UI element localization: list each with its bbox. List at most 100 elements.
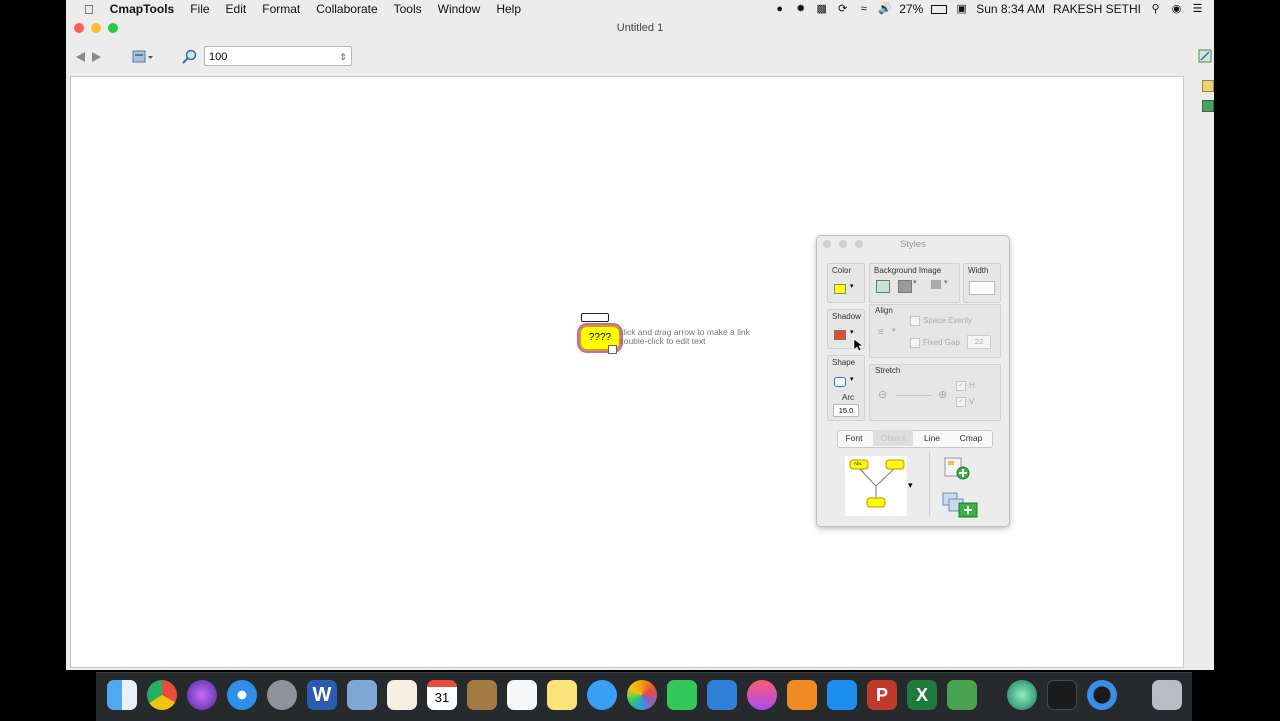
new-style-sheet-icon[interactable] <box>943 456 973 482</box>
facetime-icon[interactable] <box>667 680 697 710</box>
link-drag-handle[interactable] <box>581 313 609 322</box>
screen-recorder-icon[interactable] <box>1007 680 1037 710</box>
powerpoint-icon[interactable]: P <box>867 680 897 710</box>
shrink-icon[interactable]: ⊖ <box>878 388 887 401</box>
messages-icon[interactable] <box>587 680 617 710</box>
stretch-v-checkbox[interactable]: ✓ <box>956 397 966 407</box>
shape-rounded-rect-icon[interactable] <box>834 377 846 387</box>
menu-tools[interactable]: Tools <box>386 2 430 16</box>
zoom-value: 100 <box>209 51 228 63</box>
tab-object[interactable]: Object <box>873 430 913 446</box>
align-dropdown-icon[interactable]: ▾ <box>892 326 896 334</box>
trash-icon[interactable] <box>1152 680 1182 710</box>
brightness-icon[interactable]: ✹ <box>794 3 807 16</box>
width-label: Width <box>968 266 989 275</box>
record-icon[interactable]: ● <box>773 3 786 16</box>
shape-label: Shape <box>832 358 856 367</box>
shape-dropdown-icon[interactable]: ▾ <box>850 375 854 383</box>
preview-node-label: Abc <box>854 461 862 466</box>
contacts-icon[interactable] <box>467 680 497 710</box>
fill-color-swatch[interactable] <box>834 284 846 294</box>
user-name[interactable]: RAKESH SETHI <box>1053 2 1141 16</box>
tab-line[interactable]: Line <box>915 430 949 446</box>
launchpad-icon[interactable] <box>267 680 297 710</box>
search-icon[interactable]: ⚲ <box>1149 3 1162 16</box>
siri-app-icon[interactable] <box>187 680 217 710</box>
safari-icon[interactable] <box>227 680 257 710</box>
preview-app-icon[interactable] <box>347 680 377 710</box>
finder-icon[interactable] <box>107 680 137 710</box>
menu-format[interactable]: Format <box>254 2 308 16</box>
books-icon[interactable] <box>787 680 817 710</box>
siri-icon[interactable]: ◉ <box>1170 3 1183 16</box>
align-group: Align ≡ ▾ Space Evenly Fixed Gap 22 <box>869 304 1001 358</box>
forward-arrow-icon[interactable] <box>91 51 103 63</box>
tab-font[interactable]: Font <box>837 430 871 446</box>
grow-icon[interactable]: ⊕ <box>938 388 947 401</box>
stretch-h-checkbox[interactable]: ✓ <box>956 381 966 391</box>
menu-file[interactable]: File <box>182 2 217 16</box>
menu-window[interactable]: Window <box>430 2 489 16</box>
space-evenly-checkbox[interactable] <box>910 316 920 326</box>
word-icon[interactable]: W <box>307 680 337 710</box>
display-icon[interactable]: ▣ <box>955 3 968 16</box>
add-to-stylesheet-icon[interactable] <box>941 491 981 519</box>
itemized-view-icon[interactable] <box>1198 49 1212 63</box>
zoom-window-icon[interactable] <box>108 23 118 33</box>
battery-icon[interactable] <box>931 4 948 14</box>
view-options-icon[interactable] <box>132 49 154 65</box>
app-menu[interactable]: CmapTools <box>102 2 182 16</box>
menu-help[interactable]: Help <box>488 2 529 16</box>
close-window-icon[interactable] <box>74 23 84 33</box>
calendar-icon[interactable]: 31 <box>427 680 457 710</box>
align-icon[interactable]: ≡ <box>878 327 884 338</box>
side-tool-green-icon[interactable] <box>1202 100 1214 112</box>
menu-edit[interactable]: Edit <box>218 2 255 16</box>
chrome-icon[interactable] <box>147 680 177 710</box>
zoom-stepper-icon[interactable]: ⇕ <box>339 47 347 67</box>
tab-cmap[interactable]: Cmap <box>953 430 989 446</box>
cmaptools-icon[interactable] <box>947 680 977 710</box>
reminders-icon[interactable] <box>507 680 537 710</box>
sync-icon[interactable]: ⟳ <box>836 3 849 16</box>
shadow-dropdown-icon[interactable]: ▾ <box>850 328 854 336</box>
fixed-gap-field[interactable]: 22 <box>967 335 991 349</box>
menu-collaborate[interactable]: Collaborate <box>308 2 385 16</box>
add-image-icon[interactable] <box>876 280 890 293</box>
wifi-icon[interactable]: ≈ <box>857 3 870 16</box>
image-layout-dropdown-icon[interactable]: ▾ <box>913 278 917 286</box>
style-preview[interactable]: Abc <box>845 456 907 516</box>
image-layout-icon[interactable] <box>898 280 912 293</box>
minimize-window-icon[interactable] <box>91 23 101 33</box>
excel-icon[interactable]: X <box>907 680 937 710</box>
photos-icon[interactable] <box>627 680 657 710</box>
zoom-icon[interactable] <box>182 49 198 65</box>
arc-field[interactable]: 15.0 <box>833 404 859 417</box>
fixed-gap-checkbox[interactable] <box>910 338 920 348</box>
preview-dropdown-icon[interactable]: ▾ <box>908 480 913 491</box>
activity-monitor-icon[interactable] <box>1047 680 1077 710</box>
image-position-dropdown-icon[interactable]: ▾ <box>944 278 948 286</box>
textedit-icon[interactable] <box>387 680 417 710</box>
resize-handle-icon[interactable] <box>608 345 617 354</box>
itunes-icon[interactable] <box>747 680 777 710</box>
zoom-field[interactable]: 100 ⇕ <box>204 46 352 66</box>
apple-menu-icon[interactable]:  <box>66 2 102 17</box>
concept-map-canvas[interactable]: ???? click and drag arrow to make a link… <box>70 76 1184 668</box>
width-field[interactable] <box>969 281 995 295</box>
notification-center-icon[interactable]: ☰ <box>1191 3 1204 16</box>
concept-text: ???? <box>588 332 612 343</box>
app-store-icon[interactable] <box>827 680 857 710</box>
notes-icon[interactable] <box>547 680 577 710</box>
side-tool-icon[interactable] <box>1202 80 1214 92</box>
clock[interactable]: Sun 8:34 AM <box>976 2 1045 16</box>
image-position-icon[interactable] <box>931 280 941 289</box>
keyboard-icon[interactable]: ▩ <box>815 3 828 16</box>
stretch-slider[interactable] <box>896 395 932 396</box>
volume-icon[interactable]: 🔊 <box>878 3 892 16</box>
color-dropdown-icon[interactable]: ▾ <box>850 282 854 290</box>
quicktime-icon[interactable] <box>1087 680 1117 710</box>
back-arrow-icon[interactable] <box>74 51 86 63</box>
shadow-color-swatch[interactable] <box>834 330 846 340</box>
keynote-icon[interactable] <box>707 680 737 710</box>
